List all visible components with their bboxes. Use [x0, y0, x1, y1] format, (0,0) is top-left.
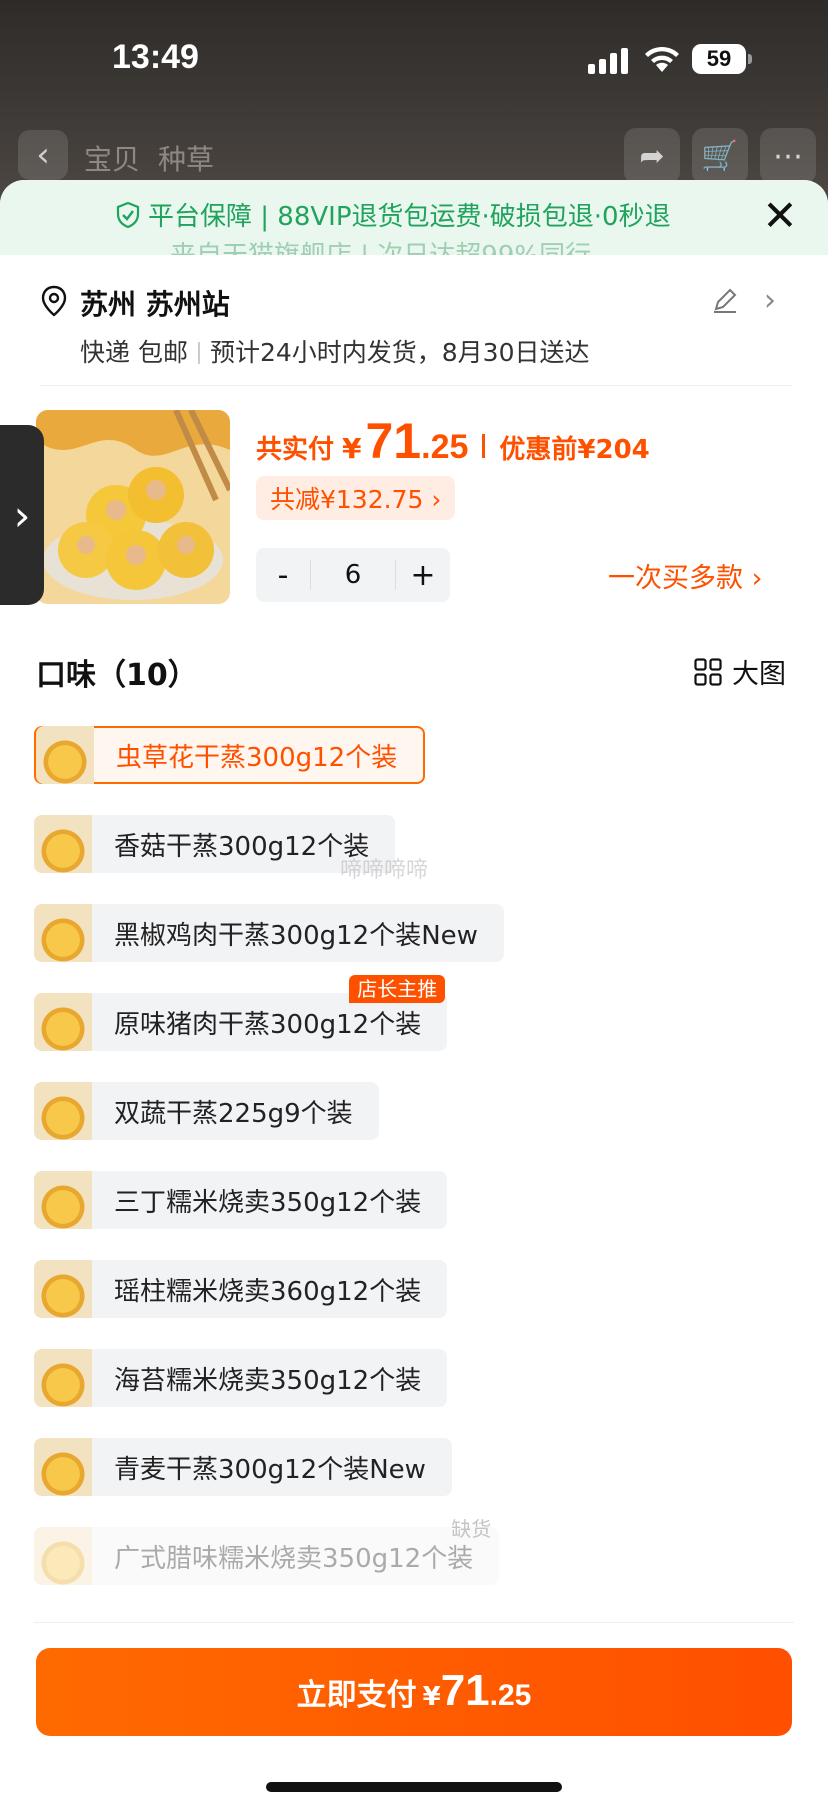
- back-icon[interactable]: ‹: [18, 130, 68, 180]
- divider: [34, 1622, 794, 1623]
- discount-chip[interactable]: 共减¥132.75 ›: [256, 476, 456, 520]
- status-time: 13:49: [112, 38, 199, 76]
- option-thumbnail: [34, 815, 92, 873]
- pay-label: 立即支付: [296, 1678, 417, 1713]
- option-label: 三丁糯米烧卖350g12个装: [114, 1187, 422, 1218]
- option-label: 海苔糯米烧卖350g12个装: [114, 1365, 422, 1396]
- dumpling-image: [36, 410, 230, 604]
- guarantee-text: 平台保障 | 88VIP退货包运费·破损包退·0秒退: [148, 202, 671, 232]
- address-row[interactable]: 苏州 苏州站 › 快递 包邮 预计24小时内发货，8月30日送达: [40, 283, 800, 383]
- flavor-option[interactable]: 青麦干蒸300g12个装New: [34, 1438, 452, 1496]
- shipping-info: 快递 包邮 预计24小时内发货，8月30日送达: [80, 333, 589, 369]
- tab-notes[interactable]: 种草: [158, 138, 214, 178]
- ship-method: 快递 包邮: [80, 338, 188, 367]
- option-label: 青麦干蒸300g12个装New: [114, 1454, 426, 1485]
- option-thumbnail: [34, 1082, 92, 1140]
- guarantee-line: 平台保障 | 88VIP退货包运费·破损包退·0秒退: [116, 196, 671, 233]
- flavor-option: 广式腊味糯米烧卖350g12个装 缺货: [34, 1517, 500, 1585]
- more-icon[interactable]: ⋯: [760, 128, 816, 184]
- tab-product[interactable]: 宝贝: [84, 138, 140, 178]
- flavor-option[interactable]: 双蔬干蒸225g9个装: [34, 1082, 379, 1140]
- watermark: 啼啼啼啼: [340, 858, 429, 883]
- sku-sheet: 平台保障 | 88VIP退货包运费·破损包退·0秒退 来自天猫旗舰店 | 次日达…: [0, 180, 828, 1800]
- quantity-value[interactable]: 6: [310, 560, 396, 590]
- divider: [482, 434, 486, 458]
- cart-icon[interactable]: 🛒: [692, 128, 748, 184]
- shield-check-icon: [116, 201, 140, 228]
- price-label: 共实付: [256, 435, 335, 465]
- option-label: 瑶柱糯米烧卖360g12个装: [114, 1276, 422, 1307]
- grid-icon: [694, 657, 722, 686]
- out-of-stock-label: 缺货: [451, 1517, 492, 1541]
- chevron-right-icon: ›: [13, 490, 31, 540]
- pay-amount: 71: [440, 1666, 490, 1715]
- status-bar: 13:49 59: [0, 0, 828, 120]
- quantity-stepper: - 6 +: [256, 548, 450, 602]
- price-amount: 71: [365, 413, 422, 469]
- pay-now-button[interactable]: 立即支付 ¥ 71 .25: [36, 1648, 792, 1736]
- price-before-discount: 优惠前¥204: [499, 435, 650, 465]
- divider: [40, 385, 792, 386]
- option-label: 原味猪肉干蒸300g12个装: [114, 1009, 422, 1040]
- product-image[interactable]: [36, 410, 230, 604]
- location-pin-icon: [41, 285, 67, 317]
- option-label: 广式腊味糯米烧卖350g12个装: [114, 1543, 474, 1574]
- flavor-option[interactable]: 海苔糯米烧卖350g12个装: [34, 1349, 448, 1407]
- quantity-minus-button[interactable]: -: [256, 548, 310, 602]
- quantity-plus-button[interactable]: +: [396, 548, 450, 602]
- option-thumbnail: [34, 993, 92, 1051]
- close-icon[interactable]: ✕: [760, 195, 800, 237]
- home-indicator: [266, 1782, 562, 1792]
- option-thumbnail: [34, 1527, 92, 1585]
- flavor-option[interactable]: 瑶柱糯米烧卖360g12个装: [34, 1260, 448, 1318]
- flavor-option[interactable]: 三丁糯米烧卖350g12个装: [34, 1171, 448, 1229]
- share-icon[interactable]: ➦: [624, 128, 680, 184]
- chevron-right-icon[interactable]: ›: [764, 283, 776, 318]
- bigview-toggle[interactable]: 大图: [694, 652, 786, 691]
- pay-amount-decimal: .25: [489, 1679, 532, 1712]
- option-thumbnail: [34, 904, 92, 962]
- option-thumbnail: [34, 1349, 92, 1407]
- side-drawer-handle[interactable]: ›: [0, 425, 44, 605]
- price-amount-decimal: .25: [421, 428, 469, 466]
- edit-icon[interactable]: [710, 285, 740, 315]
- multi-buy-link[interactable]: 一次买多款 ›: [608, 556, 762, 595]
- flavor-option[interactable]: 虫草花干蒸300g12个装: [34, 726, 426, 784]
- background-nav: ‹ 宝贝 种草 ➦ 🛒 ⋯: [0, 128, 828, 188]
- ship-estimate: 预计24小时内发货，8月30日送达: [209, 338, 590, 367]
- option-label: 黑椒鸡肉干蒸300g12个装New: [114, 920, 478, 951]
- price-line: 共实付 ¥ 71 .25 优惠前¥204: [256, 412, 650, 472]
- divider: [197, 342, 200, 364]
- recommend-badge: 店长主推: [349, 975, 446, 1003]
- flavor-option[interactable]: 黑椒鸡肉干蒸300g12个装New: [34, 904, 504, 962]
- flavor-option[interactable]: 原味猪肉干蒸300g12个装 店长主推: [34, 975, 448, 1051]
- cellular-signal-icon: [588, 48, 628, 74]
- option-thumbnail: [34, 1438, 92, 1496]
- option-label: 双蔬干蒸225g9个装: [114, 1098, 353, 1129]
- bigview-label: 大图: [732, 659, 786, 690]
- pay-currency: ¥: [422, 1682, 441, 1712]
- wifi-icon: [645, 46, 679, 72]
- option-thumbnail: [34, 1171, 92, 1229]
- guarantee-banner[interactable]: 平台保障 | 88VIP退货包运费·破损包退·0秒退 来自天猫旗舰店 | 次日达…: [0, 180, 828, 255]
- option-thumbnail: [34, 1260, 92, 1318]
- flavor-title: 口味（10）: [36, 658, 198, 693]
- battery-indicator: 59: [692, 44, 752, 74]
- guarantee-text-secondary: 来自天猫旗舰店 | 次日达超99%同行: [170, 235, 591, 255]
- address-city: 苏州 苏州站: [80, 288, 230, 321]
- option-label: 虫草花干蒸300g12个装: [116, 742, 398, 773]
- option-thumbnail: [36, 726, 94, 784]
- price-currency: ¥: [342, 432, 362, 465]
